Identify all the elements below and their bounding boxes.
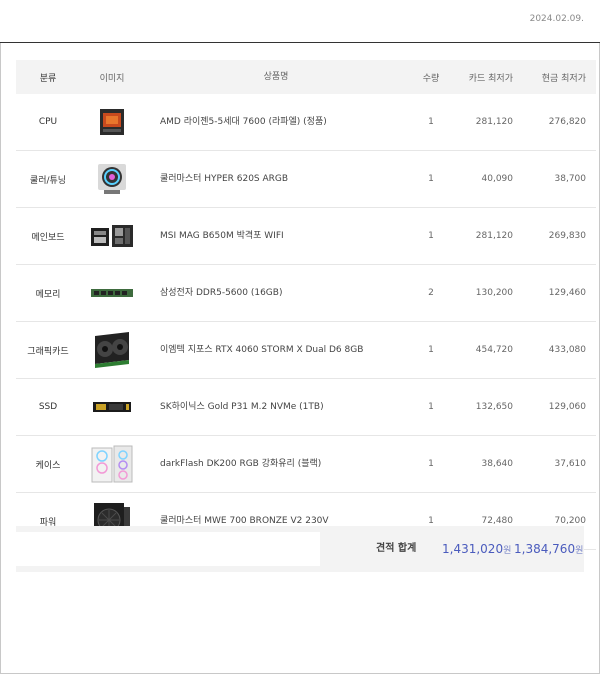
row-cash-price: 276,820 (517, 94, 596, 151)
col-header-cash-price: 현금 최저가 (517, 60, 596, 94)
total-footer: 견적 합계 1,431,020원 1,384,760원 (16, 526, 584, 572)
footer-blank-area (16, 532, 320, 566)
row-qty: 1 (416, 94, 446, 151)
total-card-value: 1,431,020 (442, 542, 504, 556)
currency-unit: 원 (575, 546, 584, 556)
row-category: 쿨러/튜닝 (16, 150, 80, 208)
row-cash-price: 38,700 (517, 150, 596, 208)
row-card-price: 130,200 (446, 264, 517, 322)
row-qty: 1 (416, 207, 446, 265)
total-card-price: 1,431,020원 (442, 526, 511, 574)
row-cash-price: 269,830 (517, 207, 596, 265)
total-cash-value: 1,384,760 (514, 542, 576, 556)
row-card-price: 281,120 (446, 94, 517, 151)
currency-unit: 원 (503, 546, 512, 556)
product-image[interactable] (80, 321, 144, 379)
row-qty: 1 (416, 378, 446, 436)
table-row: 메인보드 MSI MAG B650M 박격포 WIFI 1 281,120 26… (16, 207, 596, 265)
row-card-price: 38,640 (446, 435, 517, 493)
table-row: 쿨러/튜닝 쿨러마스터 HYPER 620S ARGB 1 40,090 38,… (16, 150, 596, 208)
row-cash-price: 433,080 (517, 321, 596, 379)
row-cash-price: 37,610 (517, 435, 596, 493)
col-header-card-price: 카드 최저가 (446, 60, 517, 94)
col-header-image: 이미지 (80, 60, 144, 94)
row-category: 메인보드 (16, 207, 80, 265)
product-image[interactable] (80, 150, 144, 208)
total-label: 견적 합계 (376, 543, 417, 554)
table-row: SSD SK하이닉스 Gold P31 M.2 NVMe (1TB) 1 132… (16, 378, 596, 436)
cpu-icon (100, 109, 124, 135)
total-cash-price: 1,384,760원 (514, 526, 583, 574)
product-image[interactable] (80, 378, 144, 436)
memory-icon (91, 288, 133, 297)
product-image[interactable] (80, 94, 144, 151)
row-cash-price: 129,460 (517, 264, 596, 322)
product-image[interactable] (80, 207, 144, 265)
table-row: 메모리 삼성전자 DDR5-5600 (16GB) 2 130,200 129,… (16, 264, 596, 322)
product-image[interactable] (80, 435, 144, 493)
row-qty: 1 (416, 435, 446, 493)
product-name[interactable]: AMD 라이젠5-5세대 7600 (라파엘) (정품) (144, 94, 416, 151)
case-icon (91, 445, 133, 483)
row-card-price: 132,650 (446, 378, 517, 436)
row-qty: 1 (416, 321, 446, 379)
col-header-name: 상품명 (144, 60, 416, 94)
product-name[interactable]: 삼성전자 DDR5-5600 (16GB) (144, 264, 416, 322)
row-qty: 2 (416, 264, 446, 322)
row-category: 메모리 (16, 264, 80, 322)
row-category: 케이스 (16, 435, 80, 493)
motherboard-icon (91, 225, 133, 247)
row-qty: 1 (416, 150, 446, 208)
product-image[interactable] (80, 264, 144, 322)
product-name[interactable]: 쿨러마스터 HYPER 620S ARGB (144, 150, 416, 208)
graphics-card-icon (95, 332, 129, 368)
table-row: 케이스 darkFlash DK200 RGB 강화유리 (블랙) 1 38,6… (16, 435, 596, 493)
product-name[interactable]: darkFlash DK200 RGB 강화유리 (블랙) (144, 435, 416, 493)
table-row: CPU AMD 라이젠5-5세대 7600 (라파엘) (정품) 1 281,1… (16, 94, 596, 151)
row-category: CPU (16, 94, 80, 151)
row-cash-price: 129,060 (517, 378, 596, 436)
row-card-price: 281,120 (446, 207, 517, 265)
row-category: SSD (16, 378, 80, 436)
cooler-icon (98, 164, 126, 194)
quote-date: 2024.02.09. (529, 14, 584, 24)
parts-table: 분류 이미지 상품명 수량 카드 최저가 현금 최저가 CPU AMD 라이젠5… (16, 60, 596, 550)
product-name[interactable]: SK하이닉스 Gold P31 M.2 NVMe (1TB) (144, 378, 416, 436)
product-name[interactable]: 이엠텍 지포스 RTX 4060 STORM X Dual D6 8GB (144, 321, 416, 379)
col-header-qty: 수량 (416, 60, 446, 94)
ssd-icon (93, 402, 131, 412)
table-row: 그래픽카드 이엠텍 지포스 RTX 4060 STORM X Dual D6 8… (16, 321, 596, 379)
col-header-category: 분류 (16, 60, 80, 94)
row-category: 그래픽카드 (16, 321, 80, 379)
row-card-price: 40,090 (446, 150, 517, 208)
row-card-price: 454,720 (446, 321, 517, 379)
table-header-row: 분류 이미지 상품명 수량 카드 최저가 현금 최저가 (16, 60, 596, 94)
product-name[interactable]: MSI MAG B650M 박격포 WIFI (144, 207, 416, 265)
